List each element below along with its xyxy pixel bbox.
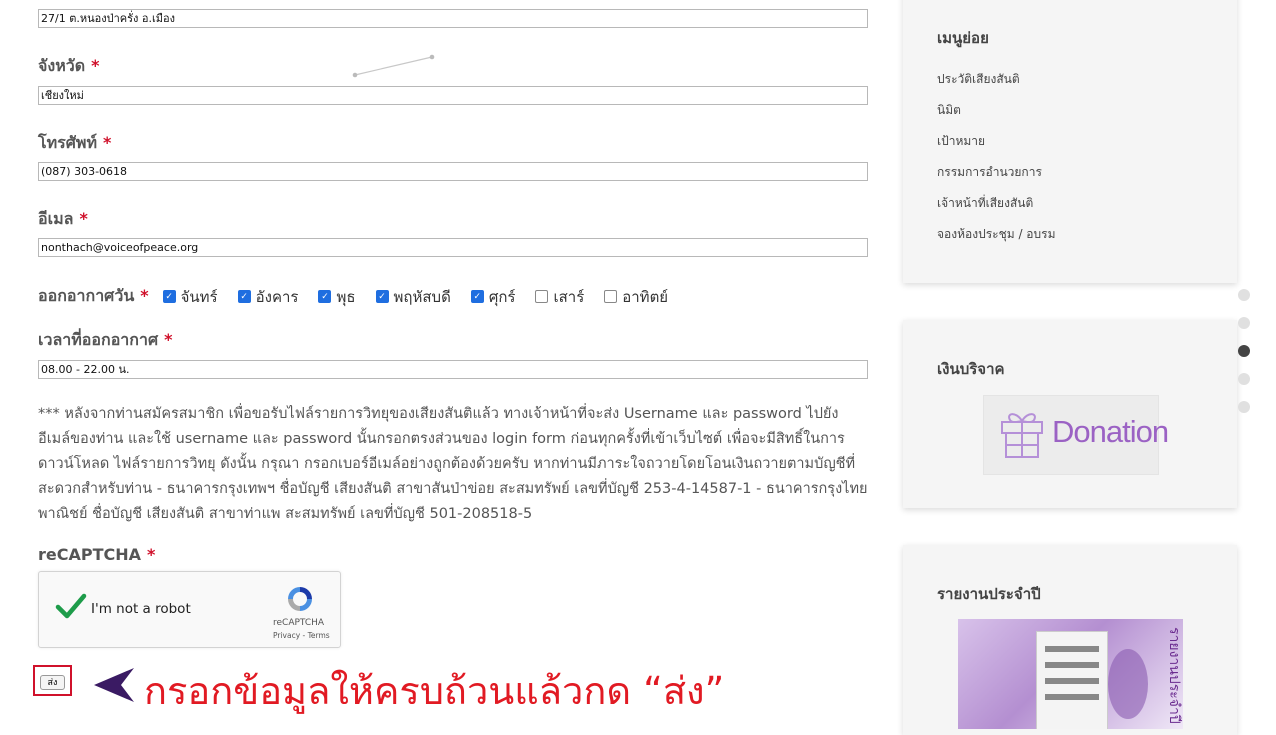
required-mark: * [140,286,149,305]
day-label: พฤหัสบดี [393,287,451,306]
submit-button[interactable]: ส่ง [40,675,65,690]
donation-title: เงินบริจาค [937,360,1005,378]
phone-input[interactable]: (087) 303-0618 [38,162,868,181]
annual-report-title: รายงานประจำปี [937,585,1041,603]
day-label: อาทิตย์ [622,287,669,306]
submenu-item-booking[interactable]: จองห้องประชุม / อบรม [937,225,1056,244]
carousel-dot[interactable] [1238,345,1250,357]
required-mark: * [164,330,173,349]
day-option[interactable]: ✓ อังคาร [237,285,299,309]
checkbox[interactable]: ✓ [375,290,389,303]
day-option[interactable]: ✓ ศุกร์ [470,285,516,309]
day-option[interactable]: ✓ พุธ [318,285,356,309]
phone-label-text: โทรศัพท์ [38,133,97,152]
carousel-dot[interactable] [1238,289,1250,301]
checkbox[interactable]: ✓ [318,290,332,303]
required-mark: * [91,56,100,75]
recaptcha-logo-icon [288,587,312,611]
donation-button[interactable]: Donation [983,395,1169,475]
broadcast-time-label-text: เวลาที่ออกอากาศ [38,330,159,349]
checkmark-icon[interactable] [55,592,87,620]
recaptcha-label: reCAPTCHA * [38,545,155,564]
submenu-card: เมนูย่อย ประวัติเสียงสันติ นิมิต เป้าหมา… [903,0,1237,283]
day-option[interactable]: เสาร์ [535,285,584,309]
arrow-left-icon [94,668,134,702]
broadcast-days-label-text: ออกอากาศวัน [38,286,135,305]
submenu-item-goal[interactable]: เป้าหมาย [937,132,985,151]
email-label: อีเมล * [38,207,88,232]
province-label-text: จังหวัด [38,56,86,75]
required-mark: * [147,545,156,564]
province-input[interactable]: เชียงใหม่ [38,86,868,105]
broadcast-days-row: ออกอากาศวัน * ✓ จันทร์ ✓ อังคาร ✓ พุธ ✓ พฤหัส… [38,284,688,309]
carousel-dot[interactable] [1238,373,1250,385]
recaptcha-brand: reCAPTCHA [273,618,325,628]
checkbox[interactable]: ✓ [162,290,176,303]
submenu-item-vision[interactable]: นิมิต [937,101,961,120]
submenu-item-history[interactable]: ประวัติเสียงสันติ [937,70,1020,89]
annual-report-cover-text: รายงานประจำปี [1166,627,1182,724]
email-label-text: อีเมล [38,209,74,228]
gift-icon [1001,413,1043,458]
flower-image [1108,649,1148,719]
day-option[interactable]: อาทิตย์ [604,285,668,309]
required-mark: * [102,133,112,152]
day-option[interactable]: ✓ จันทร์ [162,285,218,309]
instruction-text: กรอกข้อมูลให้ครบถ้วนแล้วกด “ส่ง” [144,669,725,713]
annual-report-cover[interactable]: รายงานประจำปี [958,619,1183,729]
province-label: จังหวัด * [38,54,99,79]
broadcast-time-input[interactable]: 08.00 - 22.00 น. [38,360,868,379]
submenu-item-board[interactable]: กรรมการอำนวยการ [937,163,1042,182]
recaptcha-widget[interactable]: I'm not a robot reCAPTCHA Privacy - Term… [38,571,341,648]
recaptcha-label-text: reCAPTCHA [38,545,142,564]
submit-highlight: ส่ง [33,665,72,696]
donation-card: เงินบริจาค Donation [903,320,1237,508]
donation-button-text: Donation [1052,414,1169,449]
checkbox[interactable]: ✓ [470,290,484,303]
submenu-title: เมนูย่อย [937,29,989,47]
day-label: อังคาร [255,287,299,306]
building-image [1036,631,1108,729]
broadcast-time-label: เวลาที่ออกอากาศ * [38,328,173,353]
carousel-dot[interactable] [1238,317,1250,329]
broadcast-days-label: ออกอากาศวัน * [38,284,149,309]
registration-note: *** หลังจากท่านสมัครสมาชิก เพื่อขอรับไฟล… [38,406,868,522]
email-input[interactable]: nonthach@voiceofpeace.org [38,238,868,257]
address-input[interactable]: 27/1 ต.หนองป่าครั่ง อ.เมือง [38,9,868,28]
annual-report-card: รายงานประจำปี รายงานประจำปี [903,545,1237,735]
checkbox[interactable] [604,290,618,303]
phone-label: โทรศัพท์ * [38,131,111,156]
day-label: จันทร์ [180,287,218,306]
day-label: เสาร์ [553,287,585,306]
recaptcha-checkbox-text: I'm not a robot [91,601,191,617]
recaptcha-links[interactable]: Privacy - Terms [273,631,330,640]
carousel-dot[interactable] [1238,401,1250,413]
required-mark: * [79,209,88,228]
checkbox[interactable] [535,290,549,303]
decorative-line [352,54,435,78]
submenu-item-staff[interactable]: เจ้าหน้าที่เสียงสันติ [937,194,1033,213]
day-option[interactable]: ✓ พฤหัสบดี [375,285,451,309]
day-label: พุธ [336,287,356,306]
day-label: ศุกร์ [488,287,516,306]
checkbox[interactable]: ✓ [237,290,251,303]
